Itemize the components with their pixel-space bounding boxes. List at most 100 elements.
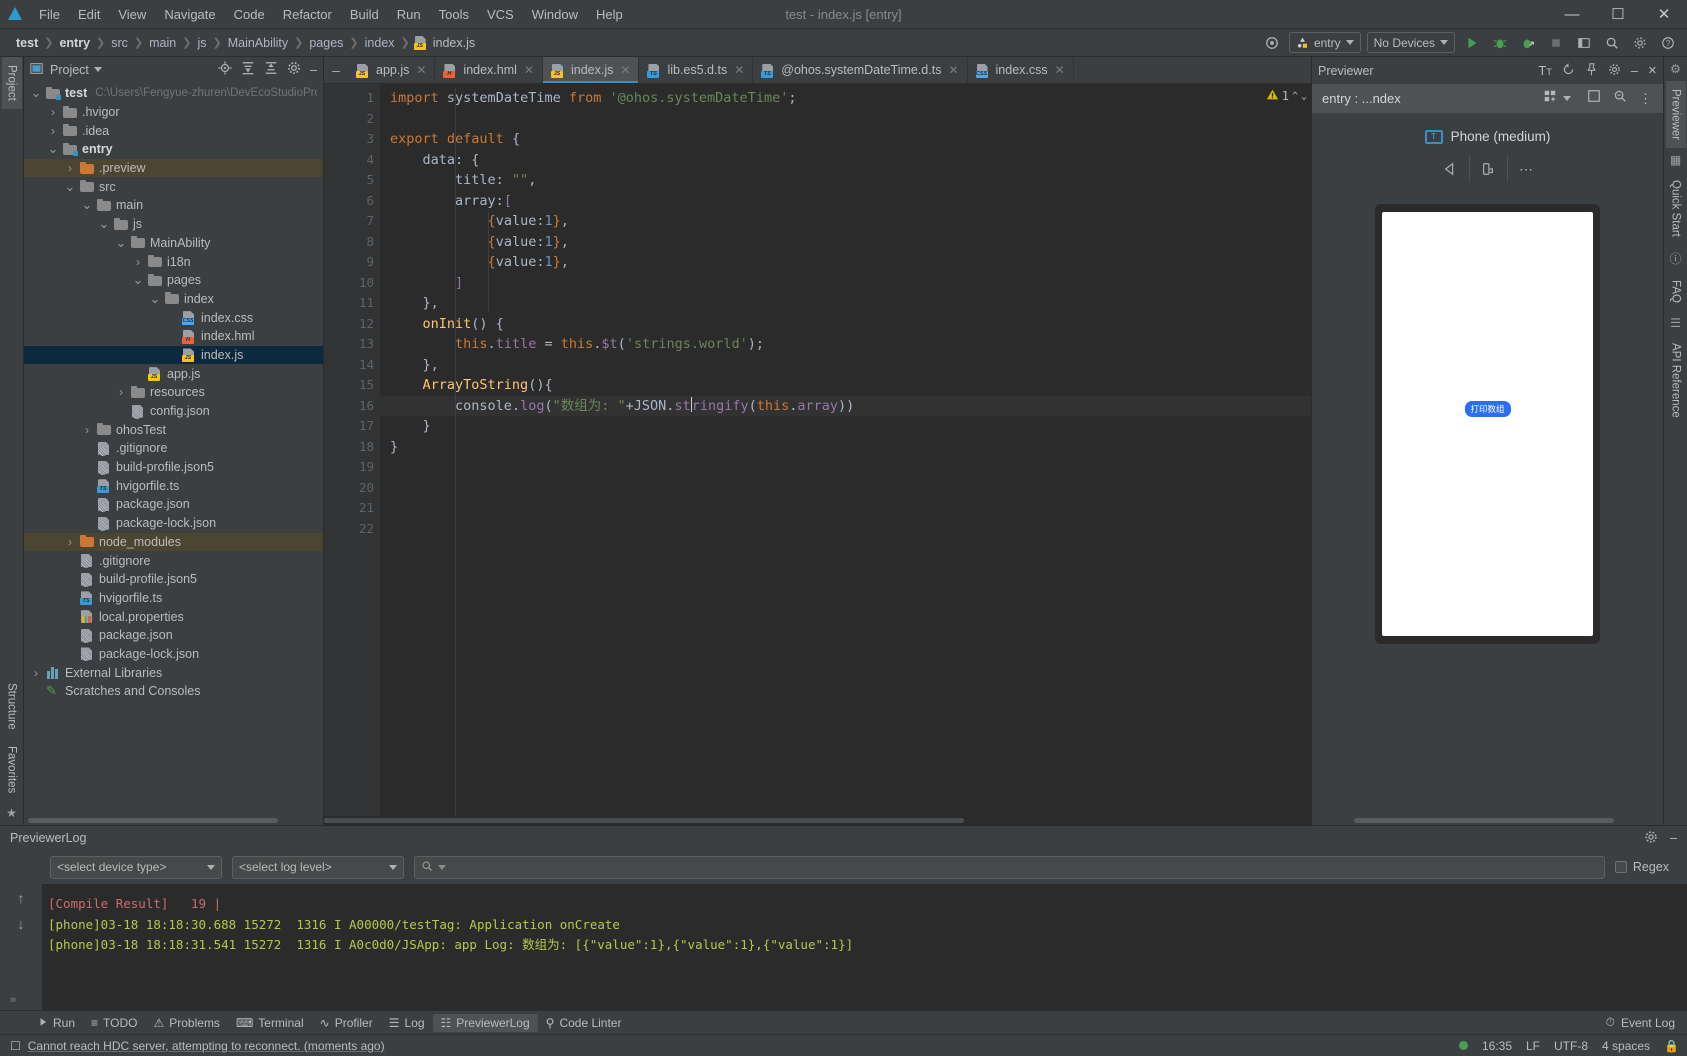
menu-edit[interactable]: Edit [69,4,109,25]
font-size-icon[interactable]: TT [1538,63,1551,78]
tree-node[interactable]: › node_modules [24,532,323,552]
next-problem-icon[interactable]: ⌄ [1301,91,1307,102]
close-tab-icon[interactable]: ✕ [1055,63,1065,77]
search-icon[interactable] [1601,32,1623,54]
chevron-right-icon[interactable]: › [132,255,144,269]
code-editor[interactable]: 1 2 3 4 5 6 7 8 9 10 11 12 13 14 15 16 17 18 19 20 21 22 impo… [324,84,1311,816]
tree-node[interactable]: › i18n [24,252,323,271]
menu-view[interactable]: View [109,4,155,25]
regex-checkbox-group[interactable]: Regex [1614,860,1679,874]
tree-node[interactable]: › External Libraries [24,663,323,682]
breadcrumb-current-file[interactable]: JS index.js [413,35,475,50]
minimize-icon[interactable]: — [1549,0,1595,29]
tree-node[interactable]: CSS index.css [24,308,323,327]
menu-build[interactable]: Build [341,4,388,25]
chevron-right-icon[interactable]: › [30,666,42,680]
device-type-select[interactable]: <select device type> [50,855,222,879]
minimize-icon[interactable]: – [310,63,317,77]
editor-tab[interactable]: JS index.js ✕ [542,57,640,83]
chevron-down-icon[interactable]: ⌄ [47,141,59,157]
tree-node[interactable]: package.json [24,495,323,514]
chevron-down-icon[interactable] [93,67,102,72]
more-icon[interactable]: ⋮ [1639,91,1653,107]
menu-file[interactable]: File [30,4,69,25]
menu-code[interactable]: Code [225,4,274,25]
editor-hscrollbar[interactable] [324,816,1311,825]
refresh-icon[interactable] [1562,62,1575,79]
breadcrumb-pages[interactable]: pages [307,36,345,50]
close-tab-icon[interactable]: ✕ [524,63,534,77]
close-icon[interactable]: ✕ [1648,64,1657,77]
editor-tab[interactable]: Hindex.hml ✕ [435,57,543,83]
project-hscrollbar[interactable] [24,816,323,825]
breadcrumb-mainability[interactable]: MainAbility [226,36,290,50]
sidebar-item-previewer[interactable]: Previewer [1665,81,1686,149]
gear-icon[interactable] [287,61,301,78]
chevron-right-icon[interactable]: › [64,535,76,549]
sidebar-item-quick-start[interactable]: Quick Start [1666,172,1686,245]
tree-node[interactable]: JS index.js [24,345,323,365]
chevron-right-icon[interactable]: › [47,105,59,119]
tree-node[interactable]: package.json [24,626,323,645]
multi-device-button[interactable] [1539,87,1575,110]
maximize-icon[interactable]: ☐ [1595,0,1641,29]
minimize-icon[interactable]: – [1631,64,1638,78]
rotate-device-icon[interactable] [1468,156,1507,182]
settings-icon[interactable] [1629,32,1651,54]
notification-icon[interactable]: ☐ [10,1039,21,1053]
menu-run[interactable]: Run [388,4,430,25]
tree-node[interactable]: › resources [24,383,323,402]
close-tab-icon[interactable]: ✕ [620,63,630,77]
more-icon[interactable]: ⋯ [1506,156,1545,182]
back-icon[interactable] [1431,156,1469,182]
tree-node[interactable]: TS hvigorfile.ts [24,476,323,495]
previewer-hscrollbar[interactable] [1312,816,1663,825]
editor-tab[interactable]: TS @ohos.systemDateTime.d.ts ✕ [753,57,968,83]
breadcrumb-src[interactable]: src [109,36,130,50]
lock-icon[interactable]: 🔒 [1664,1039,1679,1053]
chevron-down-icon[interactable]: ⌄ [115,235,127,251]
tool-profiler[interactable]: ∿ Profiler [312,1014,381,1032]
tree-node[interactable]: ⌄ main [24,196,323,215]
close-tab-icon[interactable]: ✕ [734,63,744,77]
tree-node[interactable]: local.properties [24,607,323,626]
tree-node[interactable]: .gitignore [24,551,323,570]
expand-all-icon[interactable] [241,61,255,78]
editor-tabs[interactable]: – JS app.js ✕ Hindex.hml ✕ JS index.js ✕ TS lib.e… [324,57,1311,84]
prev-problem-icon[interactable]: ^ [1292,91,1298,102]
tree-node[interactable]: config.json [24,402,323,421]
menu-refactor[interactable]: Refactor [274,4,341,25]
locate-icon[interactable] [218,61,232,78]
sidebar-item-faq[interactable]: FAQ [1666,272,1686,311]
chevron-right-icon[interactable]: › [64,161,76,175]
expand-icon[interactable]: » [10,994,16,1006]
tool-todo[interactable]: ≡ TODO [83,1014,145,1032]
tree-node[interactable]: package-lock.json [24,645,323,664]
line-separator[interactable]: LF [1526,1039,1540,1053]
editor-tab[interactable]: TS lib.es5.d.ts ✕ [639,57,754,83]
menu-window[interactable]: Window [523,4,587,25]
sidebar-item-project[interactable]: Project [1,57,22,109]
tree-node[interactable]: › ohosTest [24,420,323,439]
menu-navigate[interactable]: Navigate [155,4,224,25]
tree-node[interactable]: ⌄ entry [24,140,323,159]
breadcrumb-index[interactable]: index [363,36,397,50]
chevron-down-icon[interactable]: ⌄ [149,291,161,307]
log-level-select[interactable]: <select log level> [232,855,404,879]
target-icon[interactable] [1261,32,1283,54]
chevron-down-icon[interactable]: ⌄ [81,197,93,213]
breadcrumb[interactable]: test ❯ entry ❯ src ❯ main ❯ js ❯ MainAbi… [14,35,475,50]
tree-node[interactable]: ⌄ pages [24,271,323,290]
log-output[interactable]: ↑ ↓ [Compile Result] 19 | [phone]03-18 1… [0,884,1687,1010]
settings-icon[interactable] [1608,63,1621,79]
menu-bar[interactable]: File Edit View Navigate Code Refactor Bu… [30,4,632,25]
tree-node[interactable]: › .preview [24,158,323,178]
close-tab-icon[interactable]: ✕ [948,63,958,77]
tree-node[interactable]: ⌄ src [24,177,323,196]
chevron-down-icon[interactable]: ⌄ [30,85,42,101]
tabs-collapse-icon[interactable]: – [324,57,348,83]
tree-node[interactable]: build-profile.json5 [24,458,323,477]
tree-node[interactable]: Hindex.hml [24,327,323,346]
scroll-down-icon[interactable]: ↓ [18,916,25,932]
phone-screen[interactable]: 打印数组 [1382,212,1593,636]
